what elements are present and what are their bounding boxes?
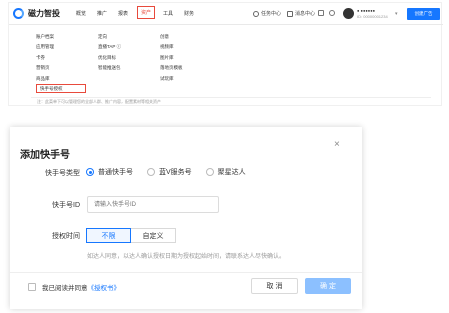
type-radio-group: 普通快手号 蓝V服务号 聚星达人 [86,167,246,177]
message-center[interactable]: 消息中心 [287,10,315,17]
radio-dot [86,168,94,176]
logo[interactable]: 磁力智投 [13,8,60,19]
dialog-title: 添加快手号 [20,150,70,161]
add-kuaishou-dialog: 添加快手号 × 快手号类型 普通快手号 蓝V服务号 聚星达人 快手号ID 授权时… [10,127,362,309]
close-icon[interactable]: × [334,139,340,150]
menu-item-landing[interactable]: 营销页 [36,63,86,73]
radio-normal[interactable]: 普通快手号 [86,167,133,177]
type-label: 快手号类型 [45,170,80,177]
nav-overview[interactable]: 概览 [76,10,86,17]
kuaishou-id-input[interactable] [87,196,219,213]
menu-item-page-template[interactable]: 落地页模板 [160,63,183,73]
menu-item-playable-lib[interactable]: 试玩库 [160,74,183,84]
agree-checkbox[interactable] [28,283,36,291]
clock-icon [253,10,259,17]
chevron-down-icon[interactable]: ▾ [395,11,398,17]
auth-hint: 如达人同意，以达人确认授权日期为授权起始时间，请联系达人尽快确认。 [87,254,286,260]
task-center-label: 任务中心 [261,11,282,17]
menu-item-product[interactable]: 商品库 [36,74,86,84]
nav-promotion[interactable]: 推广 [97,10,107,17]
nav-tools[interactable]: 工具 [163,10,173,17]
menu-note: 注：此菜单下可以管理您的全部人群、推广内容，配置素材等相关资产 [37,99,161,104]
nav-finance[interactable]: 财务 [184,10,194,17]
menu-item-kuaishou-auth[interactable]: 快手号授权 [36,83,86,93]
dialog-divider [10,272,362,273]
radio-dot [205,168,214,176]
create-ad-button[interactable]: 创建广告 [407,8,440,20]
auth-time-label: 授权时间 [52,233,80,240]
menu-screenshot-panel: 磁力智投 概览 推广 报表 资产 工具 财务 任务中心 消息中心 ● ●●●●●… [8,2,443,106]
task-center[interactable]: 任务中心 [253,10,281,17]
auth-unlimited-button[interactable]: 不限 [86,228,131,243]
radio-normal-label: 普通快手号 [98,169,133,176]
auth-custom-button[interactable]: 自定义 [131,228,176,243]
logo-icon [13,8,24,19]
logo-text: 磁力智投 [28,9,60,18]
radio-star[interactable]: 聚星达人 [205,167,246,177]
cancel-button[interactable]: 取 消 [251,278,298,294]
radio-dot [147,168,155,176]
top-navbar: 磁力智投 概览 推广 报表 资产 工具 财务 任务中心 消息中心 ● ●●●●●… [9,3,443,25]
confirm-button[interactable]: 确 定 [305,278,351,294]
radio-blue-v[interactable]: 蓝V服务号 [147,167,192,177]
nav-reports[interactable]: 报表 [118,10,128,17]
menu-item-live-tap[interactable]: 直播TAP ⓘ [98,42,121,52]
refresh-icon[interactable] [318,10,324,16]
nav-assets[interactable]: 资产 [137,6,156,19]
account-id: ID: 00000001234 [357,14,388,19]
menu-item-goal[interactable]: 优化目标 [98,53,121,63]
agree-text: 我已阅读并同意 [42,285,88,292]
auth-letter-link[interactable]: 《授权书》 [88,282,121,292]
avatar[interactable] [343,8,354,19]
help-icon[interactable] [329,10,335,16]
account-name: ● ●●●●●● [357,8,376,13]
radio-star-label: 聚星达人 [217,169,246,176]
menu-item-image-lib[interactable]: 图片库 [160,53,183,63]
menu-item-video-lib[interactable]: 视频库 [160,42,183,52]
menu-item-app[interactable]: 应用管理 [36,42,86,52]
menu-item-account[interactable]: 账户档案 [36,32,86,42]
menu-item-coupon[interactable]: 卡券 [36,53,86,63]
message-center-label: 消息中心 [295,11,316,17]
radio-blue-v-label: 蓝V服务号 [159,169,192,176]
menu-divider [31,97,431,98]
menu-item-creative[interactable]: 创意 [160,32,183,42]
menu-item-targeting[interactable]: 定向 [98,32,121,42]
id-label: 快手号ID [52,202,80,209]
menu-item-push-pack[interactable]: 智能推送包 [98,63,121,73]
menu-column-1: 账户档案 应用管理 卡券 营销页 商品库 快手号授权 [36,32,86,93]
bell-icon [287,10,293,17]
agreement: 我已阅读并同意 《授权书》 [28,282,120,292]
auth-time-segment: 不限 自定义 [86,228,176,243]
menu-column-2: 定向 直播TAP ⓘ 优化目标 智能推送包 [98,32,121,74]
menu-column-3: 创意 视频库 图片库 落地页模板 试玩库 [160,32,183,84]
